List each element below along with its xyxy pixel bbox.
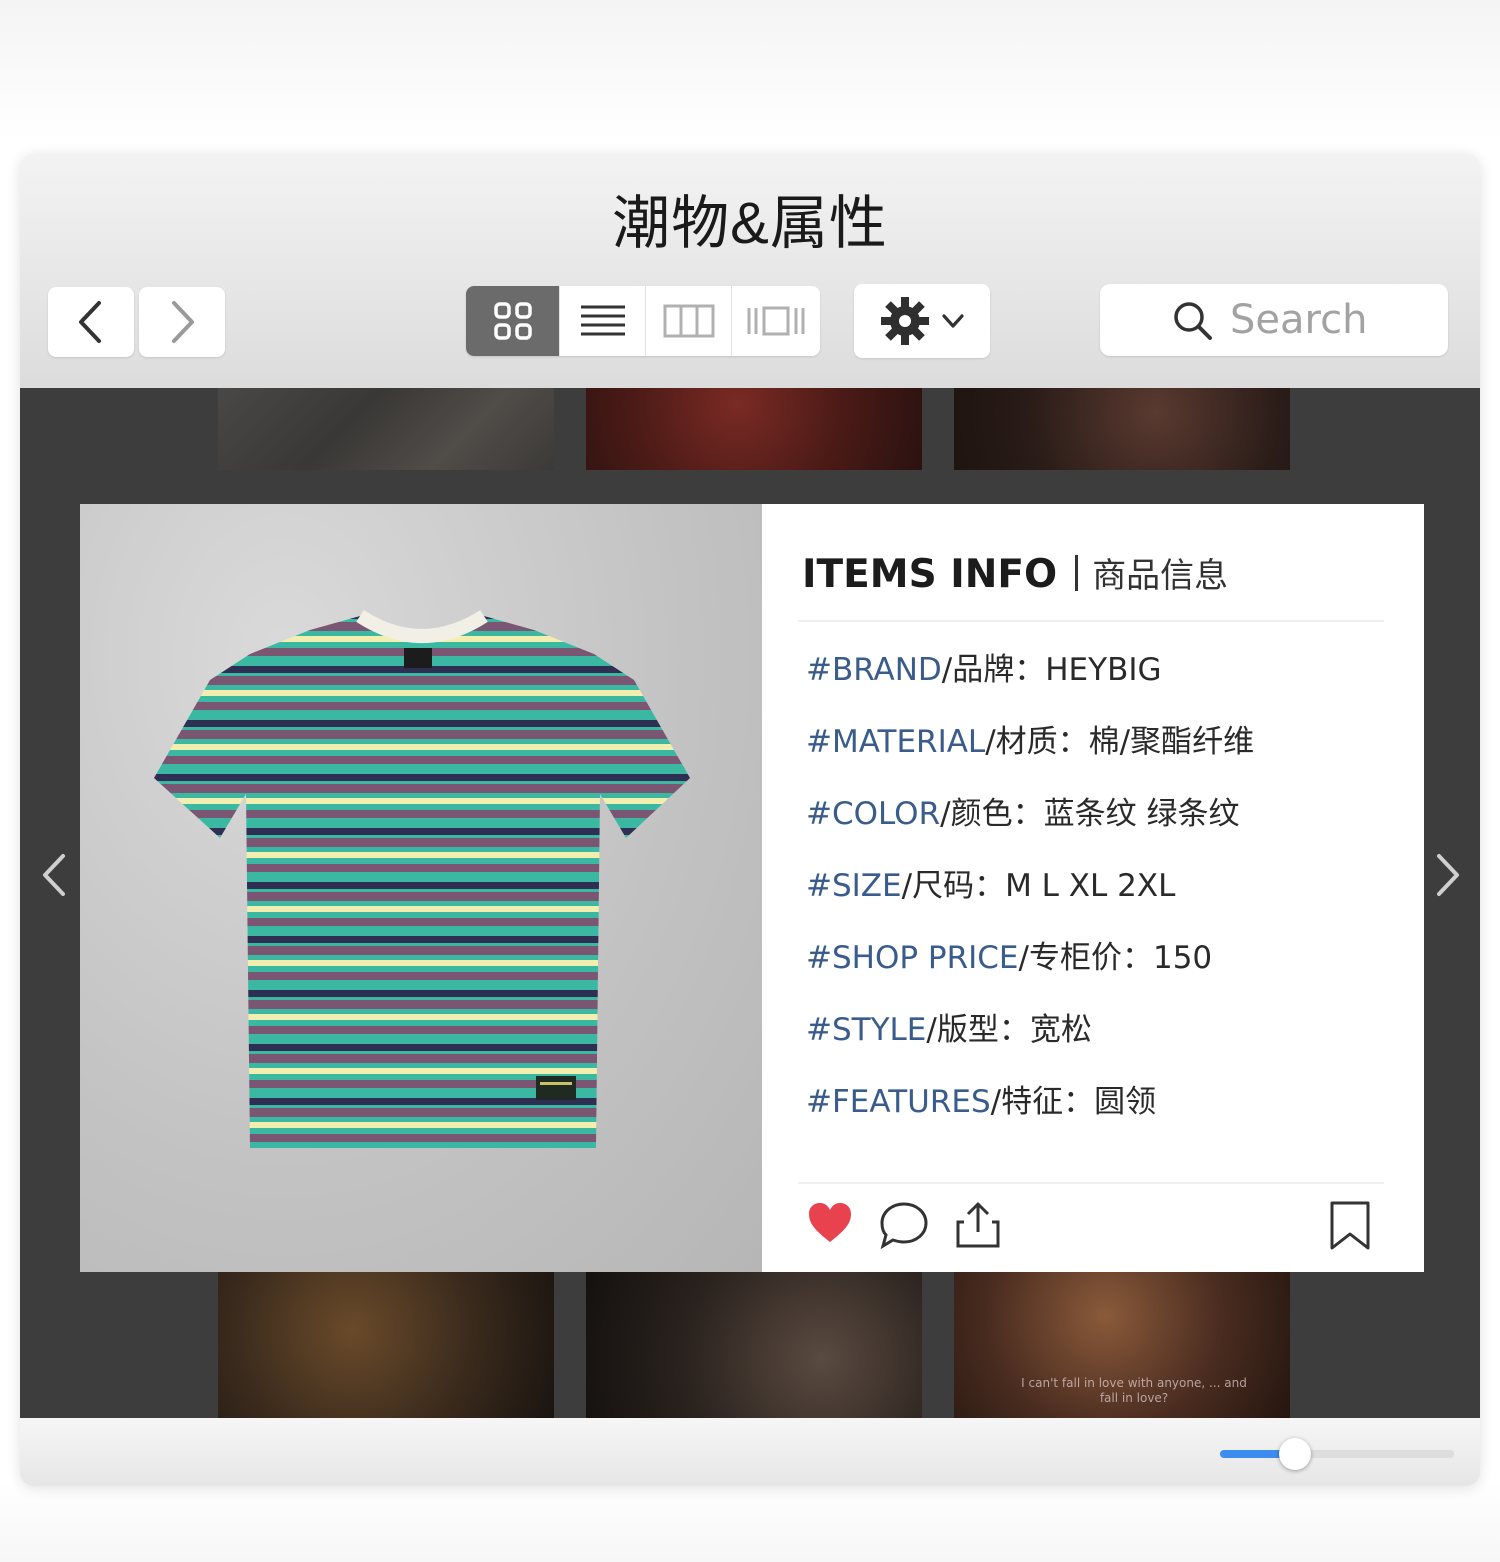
attribute-style: #STYLE/版型：宽松 [806,1004,1092,1049]
attribute-key: #FEATURES [806,1084,991,1120]
attribute-color: #COLOR/颜色：蓝条纹 绿条纹 [806,788,1239,833]
attribute-key: #SHOP PRICE [806,940,1019,976]
info-title-en: ITEMS INFO [802,552,1058,597]
thumbnail[interactable] [218,388,554,470]
attribute-value: /版型：宽松 [926,1012,1092,1048]
title-separator [1075,555,1079,591]
comment-icon [880,1202,928,1250]
attribute-features: #FEATURES/特征：圆领 [806,1076,1156,1121]
chevron-down-icon [942,314,964,328]
gallery-view: I can't fall in love with anyone, ... an… [20,388,1480,1418]
chevron-left-icon [79,301,101,343]
comment-button[interactable] [878,1200,930,1255]
attribute-key: #MATERIAL [806,724,986,760]
zoom-slider[interactable] [1220,1438,1454,1470]
attribute-key: #STYLE [806,1012,927,1048]
next-item-button[interactable] [1428,850,1468,900]
coverflow-view-icon [747,306,805,336]
gear-icon [881,297,929,345]
grid-view-icon [493,302,532,340]
toolbar: 潮物&属性 [20,154,1480,388]
forward-button[interactable] [139,287,225,357]
attribute-value: /专柜价：150 [1018,940,1213,976]
info-title-zh: 商品信息 [1092,557,1229,595]
view-list-button[interactable] [560,286,646,356]
info-title: ITEMS INFO 商品信息 [802,548,1228,597]
action-menu-button[interactable] [854,284,990,358]
bookmark-button[interactable] [1328,1200,1372,1257]
view-columns-button[interactable] [646,286,732,356]
bookmark-icon [1330,1201,1370,1250]
item-actions [762,1194,1424,1272]
previous-item-button[interactable] [34,850,74,900]
thumbnail[interactable] [954,388,1290,470]
attribute-brand: #BRAND/品牌：HEYBIG [806,644,1162,689]
item-info-panel: ITEMS INFO 商品信息 #BRAND/品牌：HEYBIG #MATERIA… [762,504,1424,1272]
view-mode-switcher [466,286,820,356]
chevron-left-icon [43,854,65,896]
like-button[interactable] [806,1200,854,1251]
chevron-right-icon [172,301,194,343]
status-bar [20,1418,1480,1486]
divider [798,620,1384,622]
thumbnail[interactable] [586,1272,922,1418]
attribute-material: #MATERIAL/材质：棉/聚酯纤维 [806,716,1254,761]
list-view-icon [580,305,625,336]
column-view-icon [663,304,714,338]
view-grid-button[interactable] [466,286,560,356]
thumbnail-caption: I can't fall in love with anyone, ... an… [1021,1376,1247,1405]
attribute-value: /颜色：蓝条纹 绿条纹 [940,796,1240,832]
attribute-size: #SIZE/尺码：M L XL 2XL [806,860,1175,905]
attribute-value: /材质：棉/聚酯纤维 [985,724,1255,760]
thumbnail[interactable]: I can't fall in love with anyone, ... an… [954,1272,1290,1418]
share-button[interactable] [954,1200,1002,1255]
divider [798,1182,1384,1184]
attribute-value: /特征：圆领 [990,1084,1157,1120]
chevron-right-icon [1437,854,1459,896]
attribute-key: #BRAND [806,652,942,688]
heart-icon [809,1203,851,1242]
attribute-price: #SHOP PRICE/专柜价：150 [806,932,1212,977]
attribute-key: #SIZE [806,868,902,904]
window-title: 潮物&属性 [612,191,888,256]
thumbnail[interactable] [218,1272,554,1418]
striped-tshirt-image [154,610,690,1148]
share-icon [956,1202,1000,1248]
back-button[interactable] [48,287,134,357]
view-coverflow-button[interactable] [732,286,820,356]
thumbnail[interactable] [586,388,922,470]
search-field[interactable] [1100,284,1448,356]
attribute-value: /品牌：HEYBIG [941,652,1162,688]
search-input[interactable] [1230,294,1440,346]
search-icon [1174,302,1212,340]
zoom-slider-handle[interactable] [1278,1438,1311,1470]
attribute-key: #COLOR [806,796,941,832]
app-window: 潮物&属性 Search I can't fall in love with a… [20,154,1480,1486]
attribute-value: /尺码：M L XL 2XL [901,868,1176,904]
item-preview-card: ITEMS INFO 商品信息 #BRAND/品牌：HEYBIG #MATERIA… [80,504,1424,1272]
product-image [80,504,762,1272]
